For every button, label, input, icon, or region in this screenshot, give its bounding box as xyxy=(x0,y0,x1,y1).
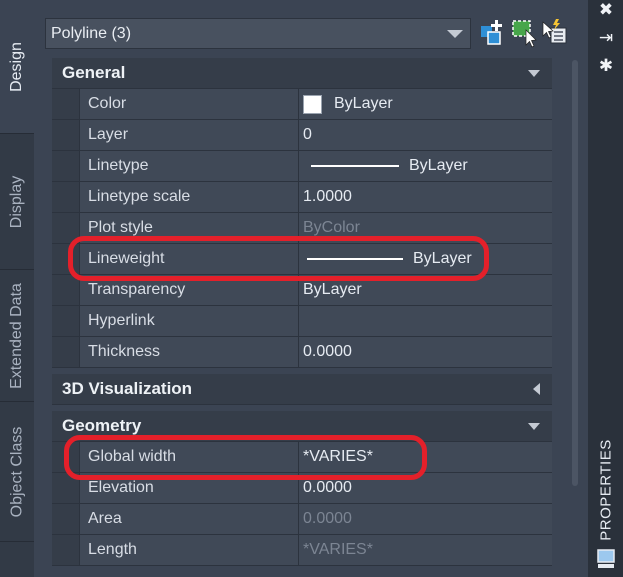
tab-extended-data[interactable]: Extended Data xyxy=(0,270,34,402)
property-value: 0.0000 xyxy=(299,504,552,534)
collapse-arrow-icon[interactable] xyxy=(528,422,540,430)
row-indent xyxy=(52,442,79,472)
tab-object-class[interactable]: Object Class xyxy=(0,402,34,542)
row-indent xyxy=(52,182,79,212)
section-general-header[interactable]: General xyxy=(52,58,552,89)
property-row-color[interactable]: Color ByLayer xyxy=(52,89,552,120)
property-row-global-width[interactable]: Global width *VARIES* xyxy=(52,442,552,473)
property-name: Plot style xyxy=(79,213,299,243)
section-3d-visualization-title: 3D Visualization xyxy=(62,379,193,398)
property-row-lineweight[interactable]: Lineweight ByLayer xyxy=(52,244,552,275)
section-general-title: General xyxy=(62,63,126,82)
property-sheet: General Color ByLayer Layer 0 Linetype B… xyxy=(52,58,552,566)
property-name: Area xyxy=(79,504,299,534)
property-value[interactable]: 0 xyxy=(299,120,552,150)
property-value-text: ByLayer xyxy=(413,250,472,267)
property-value-text: ByLayer xyxy=(334,95,393,112)
property-value[interactable]: 1.0000 xyxy=(299,182,552,212)
property-value-color[interactable]: ByLayer xyxy=(299,89,552,119)
row-indent xyxy=(52,244,79,274)
tab-display[interactable]: Display xyxy=(0,134,34,270)
select-objects-icon[interactable] xyxy=(540,18,568,48)
properties-palette-icon[interactable] xyxy=(597,549,615,569)
property-value-lineweight[interactable]: ByLayer xyxy=(299,244,552,274)
linetype-sample xyxy=(311,165,399,167)
property-value: ByColor xyxy=(299,213,552,243)
collapse-arrow-icon[interactable] xyxy=(528,69,540,77)
settings-icon[interactable]: ✱ xyxy=(596,56,616,76)
property-value[interactable] xyxy=(299,306,552,336)
tab-design[interactable]: Design xyxy=(0,0,34,134)
property-value-linetype[interactable]: ByLayer xyxy=(299,151,552,181)
tab-object-class-label: Object Class xyxy=(8,426,26,517)
tab-design-label: Design xyxy=(8,41,25,92)
property-value[interactable]: ByLayer xyxy=(299,275,552,305)
object-type-dropdown[interactable]: Polyline (3) xyxy=(45,18,471,49)
palette-title: PROPERTIES xyxy=(596,439,616,541)
left-tab-strip: Design Display Extended Data Object Clas… xyxy=(0,0,34,577)
expand-arrow-icon[interactable] xyxy=(533,383,540,395)
properties-main-panel: Polyline (3) General Color ByLayer Layer… xyxy=(34,0,588,577)
palette-title-text: PROPERTIES xyxy=(597,439,615,541)
row-indent xyxy=(52,473,79,503)
property-row-elevation[interactable]: Elevation 0.0000 xyxy=(52,473,552,504)
property-value: *VARIES* xyxy=(299,535,552,565)
row-indent xyxy=(52,89,79,119)
property-name: Transparency xyxy=(79,275,299,305)
property-row-length[interactable]: Length *VARIES* xyxy=(52,535,552,566)
property-row-layer[interactable]: Layer 0 xyxy=(52,120,552,151)
property-value[interactable]: *VARIES* xyxy=(299,442,552,472)
property-name: Color xyxy=(79,89,299,119)
section-geometry-header[interactable]: Geometry xyxy=(52,411,552,442)
row-indent xyxy=(52,151,79,181)
quick-select-icon[interactable] xyxy=(510,18,538,48)
row-indent xyxy=(52,275,79,305)
property-name: Layer xyxy=(79,120,299,150)
row-indent xyxy=(52,306,79,336)
palette-title-bar: ✖ ⇥ ✱ PROPERTIES xyxy=(588,0,623,577)
property-name: Linetype scale xyxy=(79,182,299,212)
object-type-value: Polyline (3) xyxy=(51,24,132,42)
row-indent xyxy=(52,535,79,565)
color-swatch xyxy=(303,94,322,114)
tab-extended-data-label: Extended Data xyxy=(8,282,26,389)
property-row-linetype[interactable]: Linetype ByLayer xyxy=(52,151,552,182)
row-indent xyxy=(52,504,79,534)
add-to-selection-icon[interactable] xyxy=(478,18,506,48)
property-name: Global width xyxy=(79,442,299,472)
section-geometry-title: Geometry xyxy=(62,416,142,435)
property-row-transparency[interactable]: Transparency ByLayer xyxy=(52,275,552,306)
property-row-thickness[interactable]: Thickness 0.0000 xyxy=(52,337,552,368)
property-value[interactable]: 0.0000 xyxy=(299,473,552,503)
selection-toolbar xyxy=(478,18,570,50)
property-row-plot-style[interactable]: Plot style ByColor xyxy=(52,213,552,244)
property-name: Lineweight xyxy=(79,244,299,274)
row-indent xyxy=(52,120,79,150)
scrollbar-thumb[interactable] xyxy=(572,60,578,486)
vertical-scrollbar[interactable] xyxy=(570,58,580,488)
property-row-area[interactable]: Area 0.0000 xyxy=(52,504,552,535)
auto-hide-icon[interactable]: ⇥ xyxy=(596,28,616,48)
property-value[interactable]: 0.0000 xyxy=(299,337,552,367)
section-3d-visualization-header[interactable]: 3D Visualization xyxy=(52,374,552,405)
property-row-hyperlink[interactable]: Hyperlink xyxy=(52,306,552,337)
lineweight-sample xyxy=(307,258,403,260)
row-indent xyxy=(52,337,79,367)
chevron-down-icon[interactable] xyxy=(447,29,463,38)
close-icon[interactable]: ✖ xyxy=(596,0,616,20)
property-name: Linetype xyxy=(79,151,299,181)
property-name: Thickness xyxy=(79,337,299,367)
property-name: Elevation xyxy=(79,473,299,503)
row-indent xyxy=(52,213,79,243)
tab-display-label: Display xyxy=(8,175,25,228)
property-row-linetype-scale[interactable]: Linetype scale 1.0000 xyxy=(52,182,552,213)
property-name: Length xyxy=(79,535,299,565)
property-name: Hyperlink xyxy=(79,306,299,336)
property-value-text: ByLayer xyxy=(409,157,468,174)
